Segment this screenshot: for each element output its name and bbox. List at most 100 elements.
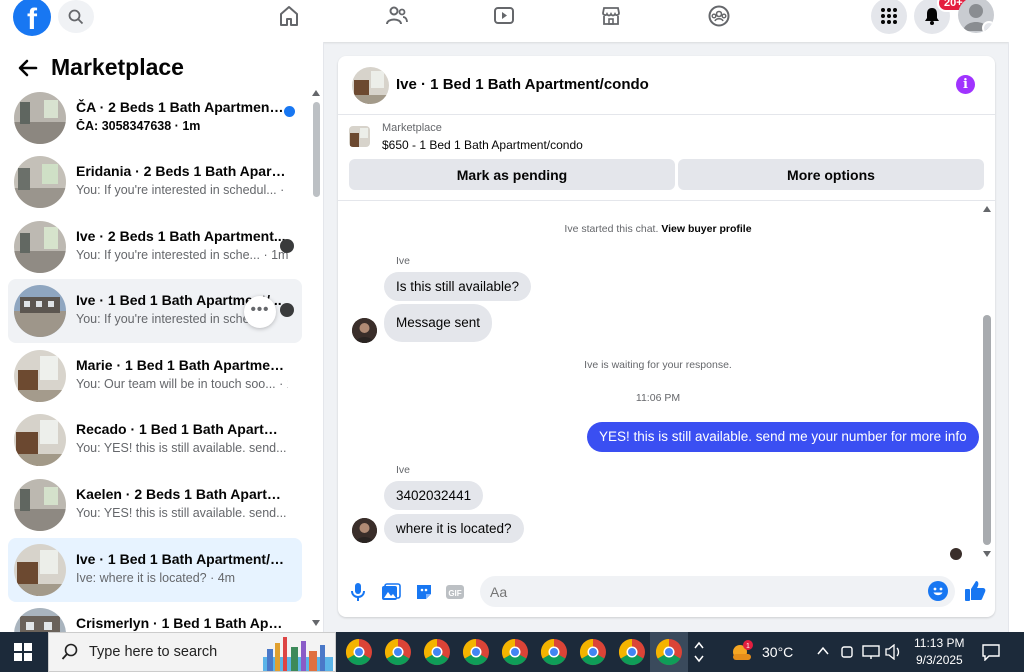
- groups-icon[interactable]: [706, 3, 732, 29]
- chat-list-item[interactable]: Marie · 1 Bed 1 Bath Apartment/... You: …: [8, 344, 302, 408]
- sticker-icon[interactable]: [413, 581, 435, 603]
- chrome-icon[interactable]: [421, 636, 453, 668]
- listing-thumbnail: [14, 221, 66, 273]
- home-icon[interactable]: [276, 3, 302, 29]
- taskbar-search-box[interactable]: Type here to search: [48, 632, 336, 672]
- listing-thumbnail: [14, 285, 66, 337]
- chat-started-notice: Ive started this chat. View buyer profil…: [338, 223, 978, 235]
- bell-icon: [925, 8, 939, 25]
- read-receipt-avatar: [280, 303, 294, 317]
- chat-preview: You: Our team will be in touch soo... · …: [76, 377, 288, 391]
- chat-title: Crismerlyn · 1 Bed 1 Bath Apart...: [76, 615, 286, 631]
- chat-list-item[interactable]: ČA · 2 Beds 1 Bath Apartment/... ČA: 305…: [8, 86, 302, 150]
- scroll-up-arrow[interactable]: [312, 90, 320, 96]
- sender-avatar[interactable]: [352, 318, 377, 343]
- message-input[interactable]: [490, 582, 910, 602]
- chat-list-item[interactable]: Recado · 1 Bed 1 Bath Apartmen... You: Y…: [8, 408, 302, 472]
- chrome-icon[interactable]: [499, 636, 531, 668]
- chat-preview: You: If you're interested in sche... · 1…: [76, 248, 288, 262]
- chevron-up-icon[interactable]: [817, 646, 829, 656]
- listing-thumbnail: [14, 414, 66, 466]
- chat-list-item[interactable]: Kaelen · 2 Beds 1 Bath Apartme... You: Y…: [8, 473, 302, 537]
- read-receipt-avatar: [950, 548, 962, 560]
- listing-thumbnail: [14, 479, 66, 531]
- message-composer[interactable]: [480, 576, 955, 607]
- svg-text:GIF: GIF: [448, 589, 461, 598]
- menu-grid-button[interactable]: [871, 0, 907, 34]
- gif-icon[interactable]: GIF: [444, 581, 466, 603]
- mark-as-pending-button[interactable]: Mark as pending: [349, 159, 675, 190]
- chat-list-item-selected[interactable]: Ive · 1 Bed 1 Bath Apartment/co... Ive: …: [8, 538, 302, 602]
- svg-text:1: 1: [746, 643, 750, 650]
- listing-price[interactable]: $650 - 1 Bed 1 Bath Apartment/condo: [382, 138, 583, 152]
- chat-preview: Ive: where it is located? · 4m: [76, 571, 236, 585]
- chrome-icon[interactable]: [616, 636, 648, 668]
- chat-list-item[interactable]: Crismerlyn · 1 Bed 1 Bath Apart...: [8, 602, 302, 632]
- clock-time[interactable]: 11:13 PM: [914, 636, 964, 650]
- info-icon[interactable]: i: [956, 75, 975, 94]
- taskbar-overflow-chevron-icon[interactable]: [694, 640, 704, 664]
- chat-scrollbar-thumb[interactable]: [983, 315, 991, 545]
- volume-icon[interactable]: [885, 644, 903, 660]
- facebook-logo[interactable]: f: [13, 0, 51, 36]
- chat-list-item[interactable]: Ive · 2 Beds 1 Bath Apartment... You: If…: [8, 215, 302, 279]
- thumbs-up-icon[interactable]: [963, 579, 987, 603]
- network-icon[interactable]: [862, 644, 880, 660]
- friends-icon[interactable]: [384, 3, 410, 29]
- weather-icon[interactable]: 1: [729, 640, 755, 664]
- chat-started-text: Ive started this chat.: [564, 223, 659, 235]
- photo-icon[interactable]: [380, 581, 402, 603]
- more-options-button[interactable]: •••: [244, 296, 276, 328]
- page-scrollbar[interactable]: [1008, 42, 1024, 632]
- weather-temperature[interactable]: 30°C: [762, 644, 793, 660]
- top-nav-bar: f 20+: [0, 0, 1024, 42]
- emoji-icon[interactable]: [928, 581, 948, 601]
- account-avatar[interactable]: [958, 0, 994, 33]
- incoming-message: where it is located?: [384, 514, 524, 543]
- windows-start-icon[interactable]: [14, 643, 32, 661]
- listing-thumbnail: [14, 350, 66, 402]
- listing-thumbnail[interactable]: [352, 67, 389, 104]
- chrome-icon[interactable]: [653, 636, 685, 668]
- sidebar-title: Marketplace: [51, 54, 184, 80]
- outgoing-message: YES! this is still available. send me yo…: [587, 422, 979, 452]
- listing-thumbnail[interactable]: [349, 126, 370, 147]
- chat-title: Eridania · 2 Beds 1 Bath Apartm...: [76, 163, 286, 179]
- chat-title: Marie · 1 Bed 1 Bath Apartment/...: [76, 357, 286, 373]
- marketplace-icon[interactable]: [598, 3, 624, 29]
- listing-category: Marketplace: [382, 122, 442, 134]
- chat-title: Kaelen · 2 Beds 1 Bath Apartme...: [76, 486, 286, 502]
- sender-avatar[interactable]: [352, 518, 377, 543]
- incoming-message: Message sent: [384, 304, 493, 342]
- chat-header: Ive · 1 Bed 1 Bath Apartment/condo i: [338, 56, 995, 115]
- chrome-icon[interactable]: [538, 636, 570, 668]
- chat-title[interactable]: Ive · 1 Bed 1 Bath Apartment/condo: [396, 76, 649, 93]
- watch-icon[interactable]: [491, 3, 517, 29]
- chat-title: ČA · 2 Beds 1 Bath Apartment/...: [76, 99, 286, 115]
- search-icon: [68, 9, 84, 24]
- scroll-down-arrow[interactable]: [312, 620, 320, 626]
- microphone-icon[interactable]: [347, 581, 369, 603]
- windows-taskbar: Type here to search 1 30°C 11:13 PM 9/3/…: [0, 632, 1024, 672]
- chat-list-item[interactable]: Ive · 1 Bed 1 Bath Apartment/... You: If…: [8, 279, 302, 343]
- chat-list-item[interactable]: Eridania · 2 Beds 1 Bath Apartm... You: …: [8, 150, 302, 214]
- marketplace-sidebar: Marketplace ČA · 2 Beds 1 Bath Apartment…: [0, 42, 324, 632]
- chat-panel: Ive · 1 Bed 1 Bath Apartment/condo i Mar…: [338, 56, 995, 617]
- scroll-down-arrow[interactable]: [983, 551, 991, 557]
- scroll-up-arrow[interactable]: [983, 206, 991, 212]
- taskbar-search-placeholder: Type here to search: [89, 644, 218, 660]
- more-options-button[interactable]: More options: [678, 159, 984, 190]
- chrome-icon[interactable]: [343, 636, 375, 668]
- chrome-icon[interactable]: [382, 636, 414, 668]
- chrome-icon[interactable]: [577, 636, 609, 668]
- listing-thumbnail: [14, 544, 66, 596]
- view-buyer-profile-link[interactable]: View buyer profile: [661, 223, 751, 235]
- chrome-icon[interactable]: [460, 636, 492, 668]
- meet-now-icon[interactable]: [840, 644, 854, 660]
- clock-date[interactable]: 9/3/2025: [916, 653, 963, 667]
- back-arrow-icon[interactable]: [16, 56, 40, 80]
- notification-center-icon[interactable]: [982, 643, 1000, 661]
- listing-thumbnail: [14, 92, 66, 144]
- search-button[interactable]: [58, 0, 94, 33]
- sidebar-scrollbar-thumb[interactable]: [313, 102, 320, 197]
